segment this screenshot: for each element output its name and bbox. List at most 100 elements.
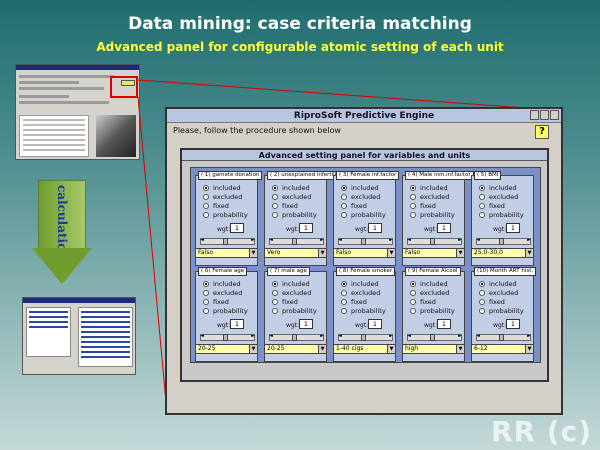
radio-icon[interactable] (203, 185, 209, 191)
option-excluded[interactable]: excluded (203, 193, 242, 201)
radio-icon[interactable] (479, 194, 485, 200)
radio-icon[interactable] (272, 308, 278, 314)
option-excluded[interactable]: excluded (410, 193, 449, 201)
slider-knob[interactable] (292, 238, 297, 245)
value-select[interactable]: 25,0-30,0 ▼ (471, 248, 534, 258)
option-excluded[interactable]: excluded (272, 289, 311, 297)
help-button[interactable]: ? (535, 125, 549, 139)
weight-slider[interactable] (476, 333, 531, 341)
weight-input[interactable]: 1 (299, 223, 313, 233)
radio-icon[interactable] (341, 281, 347, 287)
option-excluded[interactable]: excluded (410, 289, 449, 297)
radio-icon[interactable] (203, 308, 209, 314)
maximize-button[interactable] (540, 110, 549, 120)
option-probability[interactable]: probability (203, 211, 248, 219)
weight-slider[interactable] (200, 333, 255, 341)
value-select[interactable]: 20-25 ▼ (195, 344, 258, 354)
weight-input[interactable]: 1 (368, 223, 382, 233)
option-included[interactable]: included (479, 184, 517, 192)
radio-icon[interactable] (341, 290, 347, 296)
radio-icon[interactable] (272, 212, 278, 218)
option-included[interactable]: included (272, 184, 310, 192)
chevron-down-icon[interactable]: ▼ (525, 345, 533, 353)
weight-slider[interactable] (200, 237, 255, 245)
radio-icon[interactable] (341, 194, 347, 200)
radio-icon[interactable] (479, 185, 485, 191)
chevron-down-icon[interactable]: ▼ (318, 249, 326, 257)
option-excluded[interactable]: excluded (479, 289, 518, 297)
radio-icon[interactable] (203, 194, 209, 200)
radio-icon[interactable] (272, 185, 278, 191)
slider-knob[interactable] (430, 334, 435, 341)
radio-icon[interactable] (410, 203, 416, 209)
value-select[interactable]: Falso ▼ (402, 248, 465, 258)
slider-knob[interactable] (499, 334, 504, 341)
radio-icon[interactable] (272, 299, 278, 305)
option-fixed[interactable]: fixed (203, 298, 229, 306)
weight-input[interactable]: 1 (506, 223, 520, 233)
option-excluded[interactable]: excluded (272, 193, 311, 201)
slider-knob[interactable] (292, 334, 297, 341)
option-included[interactable]: included (410, 280, 448, 288)
option-probability[interactable]: probability (272, 211, 317, 219)
slider-knob[interactable] (361, 334, 366, 341)
radio-icon[interactable] (410, 299, 416, 305)
weight-input[interactable]: 1 (437, 319, 451, 329)
slider-knob[interactable] (361, 238, 366, 245)
option-included[interactable]: included (203, 280, 241, 288)
radio-icon[interactable] (479, 203, 485, 209)
radio-icon[interactable] (410, 212, 416, 218)
option-included[interactable]: included (341, 184, 379, 192)
weight-slider[interactable] (269, 237, 324, 245)
radio-icon[interactable] (203, 281, 209, 287)
value-select[interactable]: Vero ▼ (264, 248, 327, 258)
slider-knob[interactable] (430, 238, 435, 245)
option-included[interactable]: included (272, 280, 310, 288)
chevron-down-icon[interactable]: ▼ (249, 345, 257, 353)
chevron-down-icon[interactable]: ▼ (525, 249, 533, 257)
slider-knob[interactable] (223, 334, 228, 341)
chevron-down-icon[interactable]: ▼ (387, 345, 395, 353)
radio-icon[interactable] (410, 194, 416, 200)
radio-icon[interactable] (410, 185, 416, 191)
option-probability[interactable]: probability (341, 211, 386, 219)
chevron-down-icon[interactable]: ▼ (387, 249, 395, 257)
radio-icon[interactable] (203, 203, 209, 209)
radio-icon[interactable] (203, 290, 209, 296)
value-select[interactable]: Falso ▼ (195, 248, 258, 258)
weight-input[interactable]: 1 (506, 319, 520, 329)
option-excluded[interactable]: excluded (479, 193, 518, 201)
option-probability[interactable]: probability (479, 307, 524, 315)
radio-icon[interactable] (410, 281, 416, 287)
radio-icon[interactable] (410, 308, 416, 314)
value-select[interactable]: 20-25 ▼ (264, 344, 327, 354)
weight-input[interactable]: 1 (368, 319, 382, 329)
radio-icon[interactable] (272, 203, 278, 209)
chevron-down-icon[interactable]: ▼ (249, 249, 257, 257)
radio-icon[interactable] (272, 194, 278, 200)
option-fixed[interactable]: fixed (272, 298, 298, 306)
weight-slider[interactable] (407, 237, 462, 245)
radio-icon[interactable] (272, 281, 278, 287)
weight-slider[interactable] (476, 237, 531, 245)
option-included[interactable]: included (341, 280, 379, 288)
radio-icon[interactable] (341, 212, 347, 218)
option-excluded[interactable]: excluded (341, 193, 380, 201)
value-select[interactable]: high ▼ (402, 344, 465, 354)
radio-icon[interactable] (341, 308, 347, 314)
slider-knob[interactable] (499, 238, 504, 245)
option-excluded[interactable]: excluded (203, 289, 242, 297)
minimize-button[interactable] (530, 110, 539, 120)
option-fixed[interactable]: fixed (341, 298, 367, 306)
option-fixed[interactable]: fixed (272, 202, 298, 210)
radio-icon[interactable] (479, 299, 485, 305)
option-excluded[interactable]: excluded (341, 289, 380, 297)
close-button[interactable] (550, 110, 559, 120)
option-fixed[interactable]: fixed (410, 298, 436, 306)
chevron-down-icon[interactable]: ▼ (318, 345, 326, 353)
option-included[interactable]: included (479, 280, 517, 288)
radio-icon[interactable] (341, 299, 347, 305)
radio-icon[interactable] (479, 308, 485, 314)
option-probability[interactable]: probability (410, 211, 455, 219)
option-probability[interactable]: probability (272, 307, 317, 315)
